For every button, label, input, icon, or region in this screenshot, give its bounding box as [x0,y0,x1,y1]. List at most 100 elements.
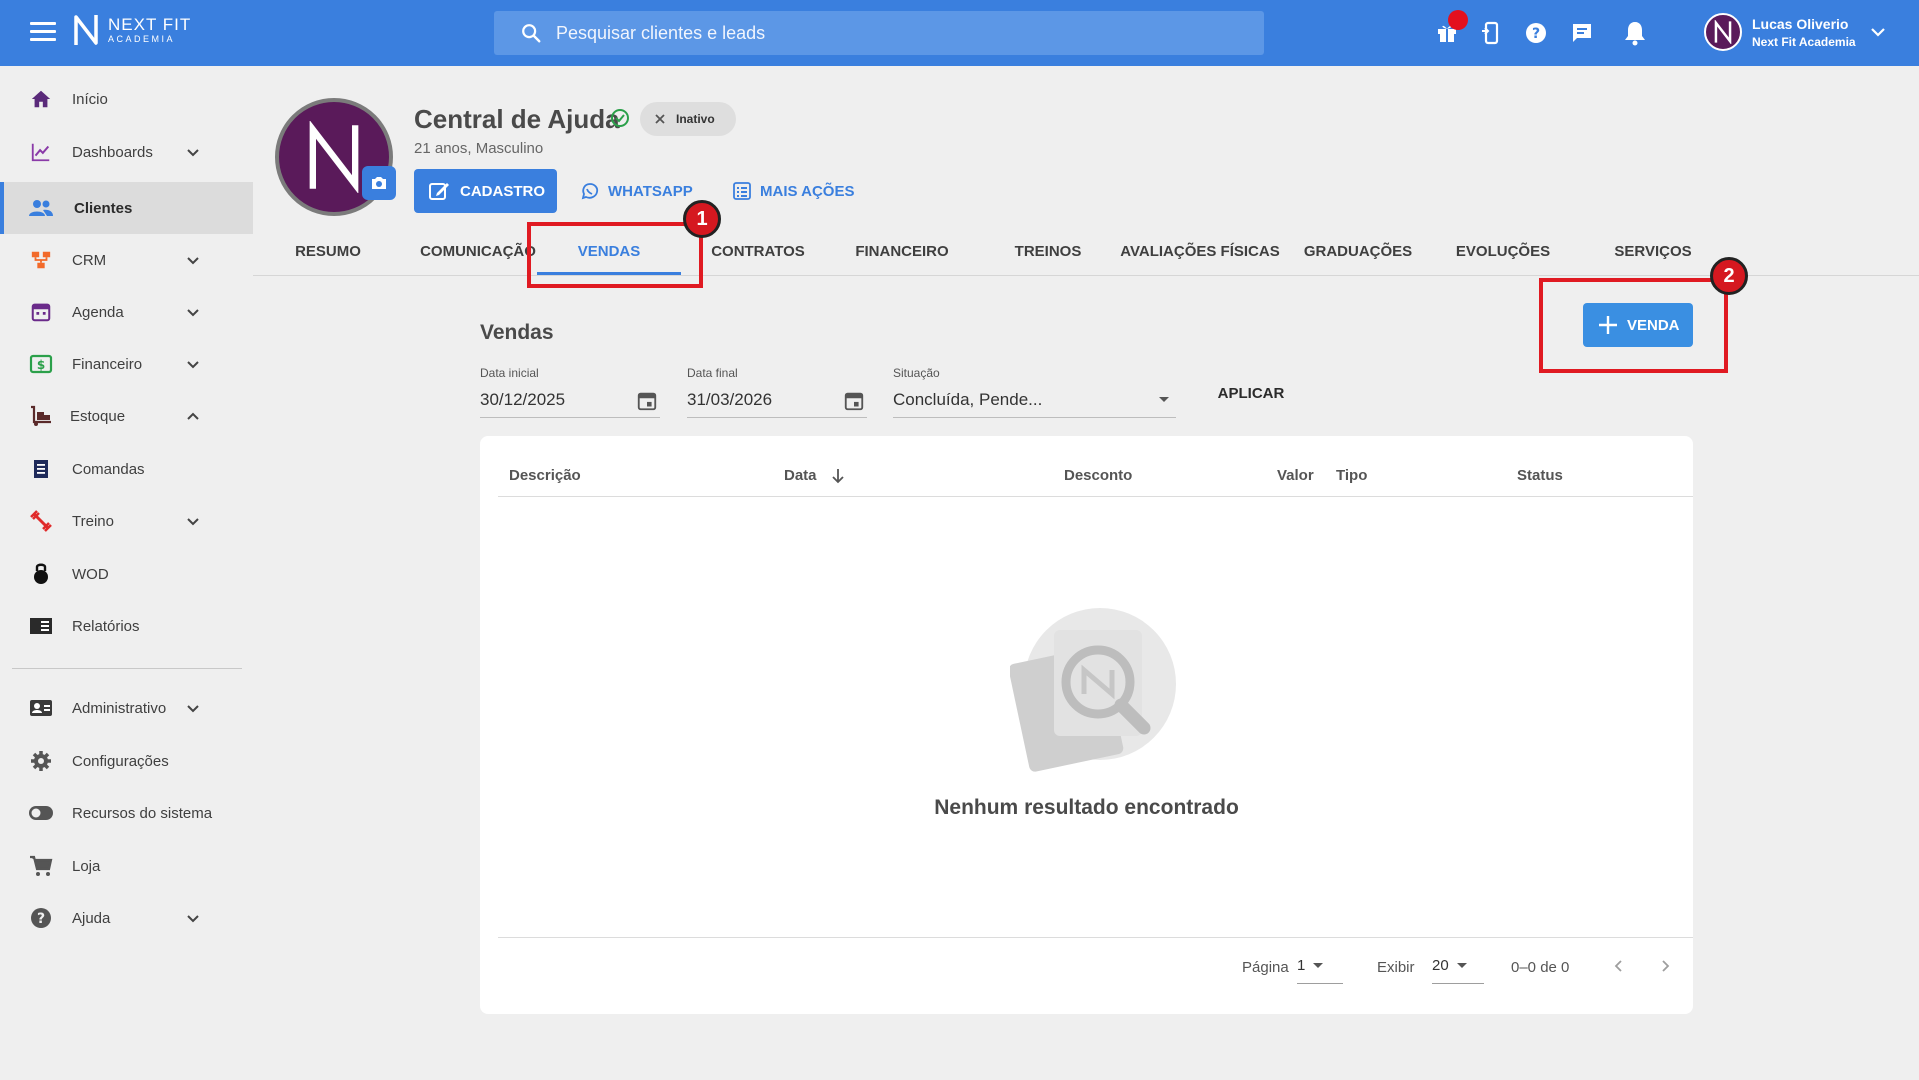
svg-text:?: ? [1532,26,1540,42]
calendar-icon[interactable] [843,390,865,412]
data-final-field[interactable]: Data final 31/03/2026 [687,366,867,418]
range-text: 0–0 de 0 [1511,959,1570,976]
phone-switch-icon[interactable] [1476,18,1506,48]
field-label: Data inicial [480,366,539,380]
show-label: Exibir [1377,959,1415,976]
next-page-button[interactable] [1651,952,1679,980]
brand-sub: ACADEMIA [108,34,176,44]
chevron-up-icon [187,412,199,420]
menu-icon[interactable] [30,22,56,42]
sidebar-item-inicio[interactable]: Início [0,73,253,125]
chevron-down-icon [187,308,199,316]
check-circle-icon [611,109,629,127]
sidebar-item-label: Dashboards [72,143,153,161]
home-icon [28,86,54,112]
column-header-data[interactable]: Data [784,467,817,484]
sidebar: Início Dashboards Clientes CRM Agenda $ … [0,66,253,1080]
brand[interactable]: NEXT FIT ACADEMIA [72,13,191,47]
whatsapp-icon [581,183,599,200]
sidebar-item-estoque[interactable]: Estoque [0,390,253,442]
column-header-valor[interactable]: Valor [1277,467,1314,484]
status-text: Inativo [676,112,715,126]
sidebar-item-comandas[interactable]: Comandas [0,443,253,495]
tab-avaliacoes-fisicas[interactable]: AVALIAÇÕES FÍSICAS [1115,226,1285,276]
chevron-down-icon [187,148,199,156]
sidebar-item-treino[interactable]: Treino [0,495,253,547]
rows-per-page-select[interactable]: 20 [1432,948,1484,984]
bell-icon[interactable] [1620,18,1650,48]
annotation-badge-1: 1 [683,200,721,238]
sidebar-item-financeiro[interactable]: $ Financeiro [0,338,253,390]
sidebar-item-clientes[interactable]: Clientes [0,182,253,234]
svg-text:$: $ [37,358,45,372]
sidebar-item-label: Recursos do sistema [72,804,213,822]
apply-button[interactable]: APLICAR [1206,378,1296,408]
camera-button[interactable] [362,166,396,200]
tab-resumo[interactable]: RESUMO [273,226,383,276]
tab-servicos[interactable]: SERVIÇOS [1593,226,1713,276]
tab-treinos[interactable]: TREINOS [993,226,1103,276]
previous-page-button[interactable] [1604,952,1632,980]
client-subtitle: 21 anos, Masculino [414,140,544,157]
list-icon [733,182,751,200]
whatsapp-button[interactable]: WHATSAPP [580,181,693,201]
sidebar-item-ajuda[interactable]: ? Ajuda [0,892,253,944]
field-value: Concluída, Pende... [893,390,1043,409]
dumbbell-icon [28,508,54,534]
empty-message: Nenhum resultado encontrado [934,796,1239,819]
arrow-down-icon[interactable] [831,467,845,485]
money-icon: $ [28,351,54,377]
sidebar-item-crm[interactable]: CRM [0,234,253,286]
sidebar-item-administrativo[interactable]: Administrativo [0,682,253,734]
status-badge[interactable]: Inativo [640,102,736,136]
svg-text:?: ? [37,911,45,927]
sidebar-item-dashboards[interactable]: Dashboards [0,126,253,178]
new-venda-label: VENDA [1627,316,1680,334]
receipt-icon [28,456,54,482]
column-header-status[interactable]: Status [1517,467,1563,484]
calendar-icon[interactable] [636,390,658,412]
sidebar-item-agenda[interactable]: Agenda [0,286,253,338]
annotation-badge-2: 2 [1710,257,1748,295]
footer-divider [498,937,1693,938]
cart-icon [28,853,54,879]
sales-table-card: Descrição Data Desconto Valor Tipo Statu… [480,436,1693,1014]
sidebar-item-configuracoes[interactable]: Configurações [0,735,253,787]
search-input[interactable] [556,22,1156,44]
help-icon[interactable]: ? [1521,18,1551,48]
tab-financeiro[interactable]: FINANCEIRO [837,226,967,276]
chevron-left-icon [1614,960,1622,972]
report-icon [28,613,54,639]
chat-icon[interactable] [1567,18,1597,48]
column-header-tipo[interactable]: Tipo [1336,467,1367,484]
column-header-desconto[interactable]: Desconto [1064,467,1132,484]
user-menu[interactable]: Lucas Oliverio Next Fit Academia [1704,13,1886,51]
data-inicial-field[interactable]: Data inicial 30/12/2025 [480,366,660,418]
sidebar-item-label: Relatórios [72,617,140,635]
gift-icon[interactable] [1432,10,1468,48]
new-venda-button[interactable]: VENDA [1583,303,1693,347]
sidebar-item-relatorios[interactable]: Relatórios [0,600,253,652]
tab-graduacoes[interactable]: GRADUAÇÕES [1293,226,1423,276]
tab-evolucoes[interactable]: EVOLUÇÕES [1438,226,1568,276]
sidebar-item-label: Estoque [70,407,126,425]
page-label: Página [1242,959,1289,976]
user-name: Lucas Oliverio [1752,15,1849,32]
sidebar-item-wod[interactable]: WOD [0,548,253,600]
user-org: Next Fit Academia [1752,34,1856,49]
sidebar-item-loja[interactable]: Loja [0,840,253,892]
sidebar-item-label: Ajuda [72,909,111,927]
column-header-descricao[interactable]: Descrição [509,467,581,484]
chevron-down-icon [187,256,199,264]
cadastro-button[interactable]: CADASTRO [414,169,557,213]
top-bar: NEXT FIT ACADEMIA ? Lucas Oliverio Next … [0,0,1919,66]
gear-icon [28,748,54,774]
close-icon [655,114,665,124]
people-icon [28,195,54,221]
mais-acoes-button[interactable]: MAIS AÇÕES [732,181,854,201]
situacao-select[interactable]: Situação Concluída, Pende... [893,366,1176,418]
sidebar-item-recursos[interactable]: Recursos do sistema [0,787,253,839]
page-select[interactable]: 1 [1297,948,1343,984]
search-bar[interactable] [494,11,1264,55]
brand-name: NEXT FIT [108,15,192,34]
